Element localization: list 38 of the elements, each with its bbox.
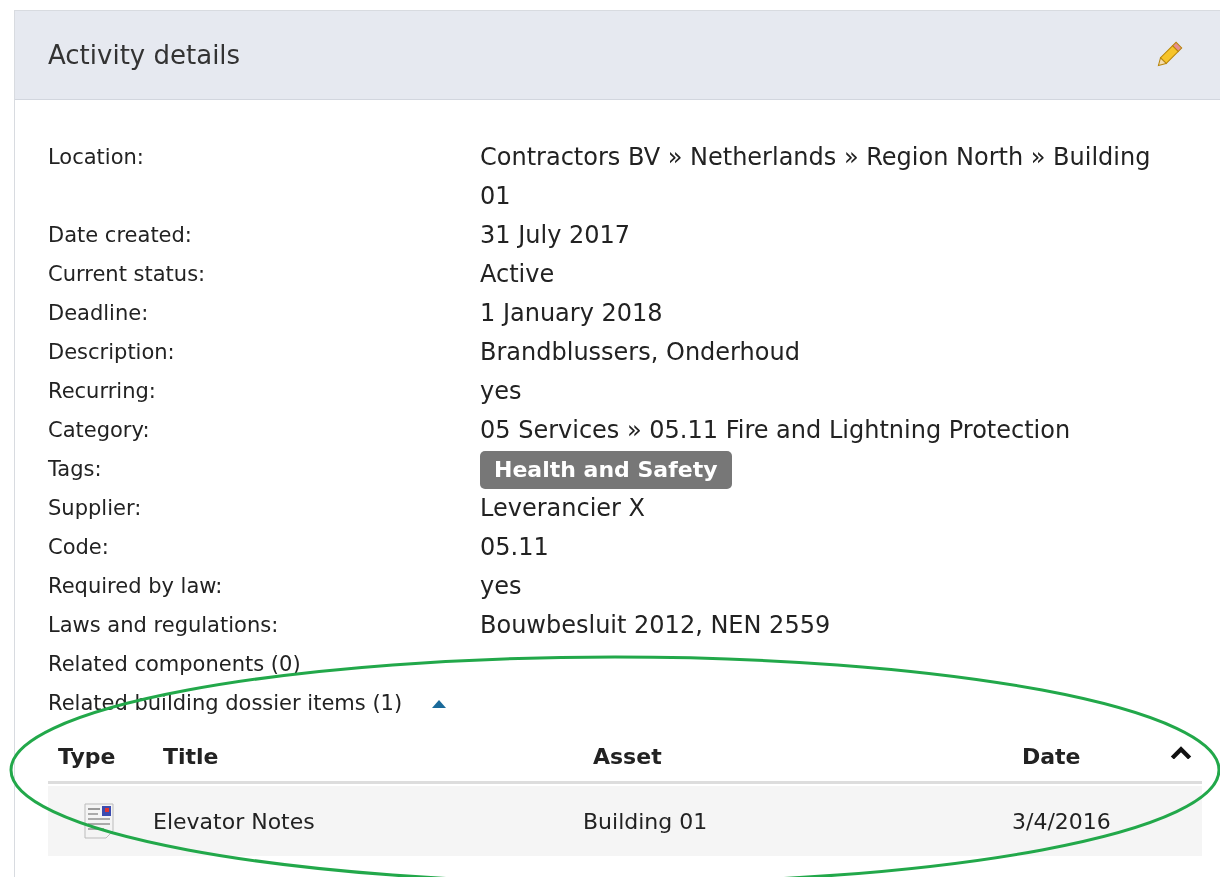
panel-title: Activity details [48, 40, 241, 70]
field-value: 31 July 2017 [480, 220, 631, 251]
field-label: Supplier: [48, 495, 143, 522]
column-header[interactable]: Date [1012, 743, 1081, 769]
tag: Health and Safety [480, 450, 732, 489]
table-row[interactable]: Elevator Notes Building 01 3/4/2016 [48, 786, 1202, 856]
table-cell: Elevator Notes [153, 808, 315, 834]
column-header[interactable]: Type [48, 743, 116, 769]
field-value: Contractors BV » Netherlands » Region North » Building 01 [480, 142, 1152, 212]
field-label: Deadline: [48, 300, 150, 327]
field-label: Current status: [48, 261, 207, 288]
field-value: Leverancier X [480, 493, 646, 524]
field-value: 05 Services » 05.11 Fire and Lightning Protection [480, 415, 1071, 446]
table-cell: Building 01 [583, 808, 708, 834]
column-header[interactable]: Title [153, 743, 219, 769]
field-label: Laws and regulations: [48, 612, 280, 639]
field-value: 1 January 2018 [480, 298, 663, 329]
section-label: Related building dossier items (1) [48, 690, 403, 717]
field-label: Tags: [48, 456, 103, 483]
column-header[interactable]: Asset [583, 743, 662, 769]
field-value: Bouwbesluit 2012, NEN 2559 [480, 610, 831, 641]
field-value: Active [480, 259, 555, 290]
field-label: Description: [48, 339, 176, 366]
chevron-up-icon[interactable] [1170, 746, 1192, 759]
field-label: Date created: [48, 222, 193, 249]
field-value: yes [480, 571, 522, 602]
document-icon [84, 803, 114, 839]
field-label: Required by law: [48, 573, 224, 600]
field-value: Brandblussers, Onderhoud [480, 337, 800, 368]
field-value: 05.11 [480, 532, 549, 563]
section-label: Related components (0) [48, 651, 301, 678]
field-label: Recurring: [48, 378, 157, 405]
field-label: Code: [48, 534, 110, 561]
field-label: Location: [48, 144, 145, 171]
collapse-caret-icon[interactable] [432, 699, 447, 708]
field-value: yes [480, 376, 522, 407]
field-label: Category: [48, 417, 151, 444]
table-cell: 3/4/2016 [1012, 808, 1111, 834]
